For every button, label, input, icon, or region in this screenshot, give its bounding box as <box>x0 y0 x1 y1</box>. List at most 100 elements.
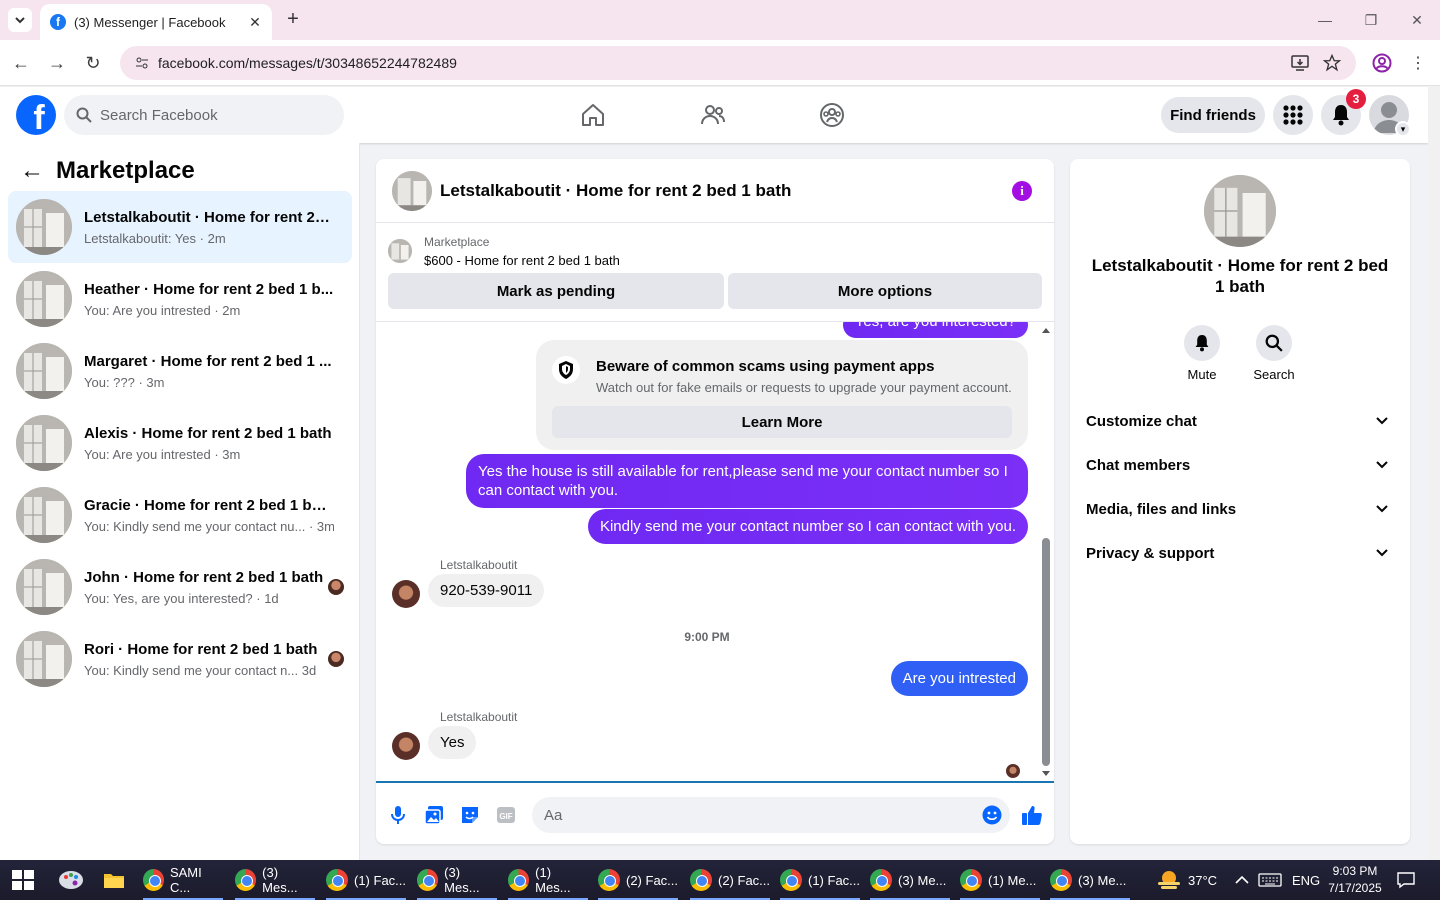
back-icon[interactable]: ← <box>8 50 34 76</box>
facebook-search-input[interactable] <box>100 106 320 124</box>
conversation-info-panel: Letstalkaboutit · Home for rent 2 bed 1 … <box>1070 159 1410 844</box>
install-app-icon[interactable] <box>1288 51 1312 75</box>
incoming-message[interactable]: 920-539-9011 <box>428 574 545 607</box>
read-receipt-avatar <box>328 651 344 667</box>
facebook-header: f Find friends <box>0 87 1428 143</box>
outgoing-message[interactable]: Kindly send me your contact number so I … <box>587 509 1028 544</box>
taskbar-chrome-window[interactable]: (1) Fac... <box>326 860 406 900</box>
mute-button[interactable]: Mute <box>1172 325 1232 382</box>
conversation-preview: You: Are you intrested · 2m <box>84 302 241 318</box>
photo-icon[interactable] <box>422 803 446 827</box>
thumbs-up-icon[interactable] <box>1020 803 1044 827</box>
message-input[interactable] <box>532 797 1010 833</box>
taskbar-chrome-window[interactable]: (1) Me... <box>960 860 1040 900</box>
page-scrollbar[interactable] <box>1428 87 1440 860</box>
taskbar-chrome-window[interactable]: (3) Mes... <box>235 860 315 900</box>
taskbar-chrome-window[interactable]: (2) Fac... <box>690 860 770 900</box>
emoji-icon[interactable] <box>980 803 1004 827</box>
site-settings-icon[interactable] <box>134 55 150 71</box>
groups-icon[interactable] <box>818 101 846 129</box>
reload-icon[interactable]: ↻ <box>80 50 106 76</box>
tab-search-button[interactable] <box>8 8 32 32</box>
conversation-item[interactable]: Heather · Home for rent 2 bed 1 b... You:… <box>8 263 352 335</box>
scrollbar-thumb[interactable] <box>1042 538 1050 766</box>
notification-center-icon[interactable] <box>1396 860 1416 900</box>
info-icon[interactable]: i <box>1012 181 1032 201</box>
sender-avatar[interactable] <box>392 580 420 608</box>
close-window-icon[interactable]: ✕ <box>1404 8 1430 32</box>
conversation-preview: You: Kindly send me your contact n... 3d <box>84 662 317 678</box>
taskbar-chrome-window[interactable]: (2) Fac... <box>598 860 678 900</box>
marketplace-listing-bar[interactable]: Marketplace $600 - Home for rent 2 bed 1… <box>388 231 1048 271</box>
read-receipt-avatar <box>328 579 344 595</box>
restore-icon[interactable]: ❐ <box>1358 8 1384 32</box>
back-arrow-icon[interactable]: ← <box>16 155 48 187</box>
marketplace-label: Marketplace <box>424 234 490 249</box>
forward-icon[interactable]: → <box>44 50 70 76</box>
more-options-button[interactable]: More options <box>728 273 1042 309</box>
chrome-profile-icon[interactable] <box>1370 51 1394 75</box>
taskbar-chrome-window[interactable]: (3) Mes... <box>417 860 497 900</box>
gif-icon[interactable]: GIF <box>494 803 518 827</box>
input-language[interactable]: ENG <box>1292 860 1320 900</box>
facebook-logo[interactable]: f <box>16 95 56 135</box>
media-files-links-section[interactable]: Media, files and links <box>1078 487 1402 531</box>
message-thread[interactable]: Yes, are you interested? Beware of commo… <box>376 321 1054 783</box>
weather-widget[interactable]: 37°C <box>1156 860 1217 900</box>
taskbar-clock[interactable]: 9:03 PM 7/17/2025 <box>1320 863 1390 897</box>
taskbar-file-explorer[interactable] <box>103 860 129 900</box>
menu-grid-button[interactable] <box>1273 95 1313 135</box>
listing-thumbnail <box>16 487 72 543</box>
scroll-down-arrow-icon[interactable] <box>1041 770 1051 778</box>
outgoing-message[interactable]: Yes the house is still available for ren… <box>466 454 1028 508</box>
conversation-item[interactable]: Alexis · Home for rent 2 bed 1 bath You: … <box>8 407 352 479</box>
friends-icon[interactable] <box>699 101 727 129</box>
show-hidden-icons-icon[interactable] <box>1235 860 1249 900</box>
conversation-item[interactable]: Rori · Home for rent 2 bed 1 bath You: Ki… <box>8 623 352 695</box>
minimize-icon[interactable]: — <box>1312 8 1338 32</box>
outgoing-message[interactable]: Are you intrested <box>890 661 1028 696</box>
conversation-item[interactable]: John · Home for rent 2 bed 1 bath You: Ye… <box>8 551 352 623</box>
listing-thumbnail <box>16 343 72 399</box>
taskbar-chrome-window[interactable]: (3) Me... <box>870 860 950 900</box>
search-in-conversation-button[interactable]: Search <box>1244 325 1304 382</box>
new-tab-button[interactable]: + <box>282 8 304 30</box>
incoming-message[interactable]: Yes <box>428 726 477 759</box>
conversation-item[interactable]: Margaret · Home for rent 2 bed 1 ... You:… <box>8 335 352 407</box>
home-icon[interactable] <box>579 101 607 129</box>
url-field[interactable]: facebook.com/messages/t/3034865224478248… <box>120 46 1356 80</box>
find-friends-button[interactable]: Find friends <box>1161 97 1265 133</box>
info-listing-thumbnail[interactable] <box>1204 175 1276 247</box>
chat-listing-thumbnail[interactable] <box>392 170 432 211</box>
sidebar-header: ← Marketplace <box>16 155 195 187</box>
scroll-up-arrow-icon[interactable] <box>1041 326 1051 334</box>
customize-chat-section[interactable]: Customize chat <box>1078 399 1402 443</box>
facebook-search[interactable] <box>64 95 344 135</box>
microphone-icon[interactable] <box>386 803 410 827</box>
close-tab-icon[interactable]: ✕ <box>246 13 264 31</box>
chat-members-section[interactable]: Chat members <box>1078 443 1402 487</box>
taskbar-app-label: (3) Me... <box>1078 872 1127 888</box>
windows-start-icon[interactable] <box>12 870 34 890</box>
browser-menu-icon[interactable]: ⋮ <box>1406 51 1430 75</box>
bookmark-star-icon[interactable] <box>1320 51 1344 75</box>
account-caret-icon[interactable]: ▾ <box>1395 121 1411 137</box>
sender-avatar[interactable] <box>392 732 420 760</box>
taskbar-chrome-window[interactable]: SAMI C... <box>143 860 223 900</box>
browser-tab-active[interactable]: f (3) Messenger | Facebook ✕ <box>40 4 272 40</box>
conversation-item[interactable]: Gracie · Home for rent 2 bed 1 bath You: … <box>8 479 352 551</box>
sticker-icon[interactable] <box>458 803 482 827</box>
taskbar-chrome-window[interactable]: (1) Fac... <box>780 860 860 900</box>
mark-as-pending-button[interactable]: Mark as pending <box>388 273 724 309</box>
learn-more-button[interactable]: Learn More <box>552 406 1012 438</box>
search-icon <box>76 107 92 123</box>
outgoing-message[interactable]: Yes, are you interested? <box>842 322 1028 338</box>
taskbar-chrome-window[interactable]: (3) Me... <box>1050 860 1130 900</box>
keyboard-icon[interactable] <box>1258 860 1282 900</box>
taskbar-paint-app[interactable] <box>58 860 88 900</box>
taskbar-chrome-window[interactable]: (1) Mes... <box>508 860 588 900</box>
thread-scrollbar[interactable] <box>1040 322 1051 781</box>
privacy-support-section[interactable]: Privacy & support <box>1078 531 1402 575</box>
chat-title[interactable]: Letstalkaboutit · Home for rent 2 bed 1 … <box>440 181 791 201</box>
conversation-item[interactable]: Letstalkaboutit · Home for rent 2 b... Le… <box>8 191 352 263</box>
